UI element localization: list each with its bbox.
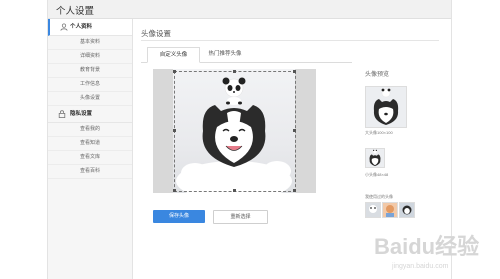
sidebar-item-work[interactable]: 工作信息 (48, 78, 132, 92)
baidu-jingyan-watermark-logo: Baidu经验 jingyan.baidu.com (374, 234, 479, 270)
section-title: 头像设置 (141, 29, 171, 38)
dog-preview-small-image (369, 149, 381, 167)
divider (141, 40, 439, 41)
sidebar-item-view-wenku[interactable]: 查看文库 (48, 151, 132, 165)
preview-title: 头像预览 (365, 72, 390, 78)
crop-handle-right[interactable] (293, 129, 296, 132)
avatar-preview-large (365, 86, 407, 128)
sidebar-item-basic-info[interactable]: 基本资料 (48, 36, 132, 50)
recent-avatar-image (369, 205, 377, 213)
crop-handle-top[interactable] (233, 70, 236, 73)
recent-avatar-thumb[interactable] (382, 202, 398, 218)
sidebar-item-view-baike[interactable]: 查看百科 (48, 165, 132, 179)
recent-avatar-image (402, 205, 412, 215)
crop-handle-bottom[interactable] (233, 189, 236, 192)
recent-avatar-thumb[interactable] (399, 202, 415, 218)
recent-avatar-thumb[interactable] (365, 202, 381, 218)
sidebar-item-view-mine[interactable]: 查看我的 (48, 123, 132, 137)
tab-recommended-avatar[interactable]: 热门推荐头像 (199, 47, 251, 62)
sidebar-section-profile[interactable]: 个人资料 (48, 19, 132, 36)
sidebar-item-view-zhidao[interactable]: 查看知道 (48, 137, 132, 151)
crop-handle-bottom-left[interactable] (173, 189, 176, 192)
crop-handle-top-left[interactable] (173, 70, 176, 73)
large-preview-caption: 大头像100×100 (365, 130, 393, 135)
save-avatar-button[interactable]: 保存头像 (153, 210, 205, 223)
dog-preview-image (373, 88, 399, 125)
crop-handle-left[interactable] (173, 129, 176, 132)
user-icon (60, 23, 68, 31)
small-preview-caption: 小头像48×48 (365, 172, 389, 177)
page-header: 个人设置 (48, 0, 451, 19)
crop-handle-top-right[interactable] (293, 70, 296, 73)
sidebar-item-avatar[interactable]: 头像设置 (48, 92, 132, 106)
sidebar-section-label: 个人资料 (70, 24, 93, 30)
crop-handle-bottom-right[interactable] (293, 189, 296, 192)
sidebar-item-education[interactable]: 教育背景 (48, 64, 132, 78)
sidebar: 个人资料 基本资料 详细资料 教育背景 工作信息 头像设置 隐私设置 查看我的 … (48, 19, 133, 279)
avatar-tabs: 自定义头像 热门推荐头像 (141, 47, 352, 63)
avatar-crop-area[interactable] (153, 69, 316, 193)
lock-icon (58, 110, 66, 118)
sidebar-section-label: 隐私设置 (70, 111, 93, 117)
sidebar-item-detail-info[interactable]: 详细资料 (48, 50, 132, 64)
sidebar-section-privacy[interactable]: 隐私设置 (48, 106, 132, 123)
reselect-button[interactable]: 重新选择 (213, 210, 268, 224)
recent-avatars-caption: 我使用过的头像 (365, 194, 393, 199)
watermark-text: Baidu经验 (374, 234, 479, 259)
tab-custom-avatar[interactable]: 自定义头像 (147, 47, 200, 63)
watermark-url: jingyan.baidu.com (391, 263, 449, 270)
avatar-preview-small (365, 148, 385, 168)
crop-selection-box[interactable] (174, 71, 296, 192)
page-title: 个人设置 (56, 6, 95, 17)
recent-avatar-image (386, 205, 394, 217)
